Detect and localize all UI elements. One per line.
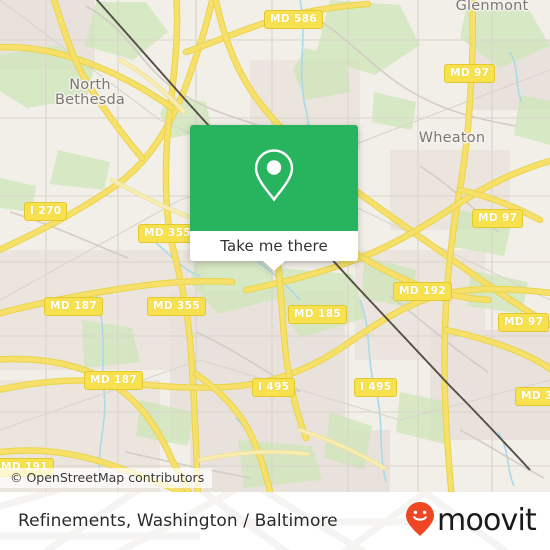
highway-shield: MD 97 bbox=[498, 313, 550, 332]
moovit-logo[interactable]: moovit bbox=[405, 492, 537, 550]
map-canvas[interactable]: .park { fill:#cfe6b8; opacity:.75; } .ur… bbox=[0, 0, 550, 492]
take-me-there-label: Take me there bbox=[220, 237, 328, 255]
highway-shield: MD 187 bbox=[84, 371, 144, 390]
highway-shield: I 495 bbox=[354, 378, 398, 397]
popup-icon-area bbox=[190, 125, 358, 231]
highway-shield: MD 97 bbox=[444, 64, 496, 83]
popup-pointer-tail bbox=[263, 261, 285, 271]
moovit-smiley-pin-icon bbox=[405, 501, 435, 542]
moovit-map-screen: .park { fill:#cfe6b8; opacity:.75; } .ur… bbox=[0, 0, 550, 550]
highway-shield: I 495 bbox=[252, 378, 296, 397]
highway-shield: MD 97 bbox=[472, 209, 524, 228]
highway-shield: I 270 bbox=[24, 202, 68, 221]
osm-attribution[interactable]: © OpenStreetMap contributors bbox=[0, 468, 213, 488]
highway-shield: MD 39 bbox=[515, 387, 550, 406]
moovit-wordmark: moovit bbox=[437, 503, 537, 538]
take-me-there-button[interactable]: Take me there bbox=[190, 231, 358, 261]
highway-shield: MD 355 bbox=[138, 224, 198, 243]
highway-shield: MD 187 bbox=[44, 297, 104, 316]
take-me-there-popup[interactable]: Take me there bbox=[190, 125, 358, 271]
highway-shield: MD 185 bbox=[288, 305, 348, 324]
footer-bar: Refinements, Washington / Baltimore moov… bbox=[0, 492, 550, 550]
location-title: Refinements, Washington / Baltimore bbox=[18, 511, 338, 531]
highway-shield: MD 586 bbox=[264, 10, 324, 29]
highway-shield: MD 355 bbox=[147, 297, 207, 316]
map-pin-icon bbox=[252, 148, 296, 209]
highway-shield: MD 192 bbox=[393, 282, 453, 301]
